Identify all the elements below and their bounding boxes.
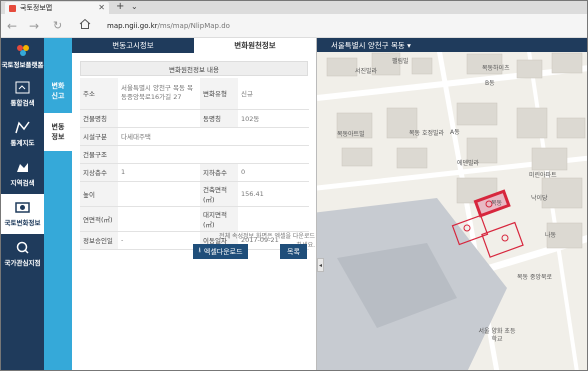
map-label: 목동 <box>491 200 503 207</box>
tab-title: 국토정보맵 <box>20 4 53 12</box>
nav-stat-map[interactable]: 통계지도 <box>1 114 44 154</box>
browser-window: 국토정보맵 ✕ + ⌄ ← → ↻ map.ngii.go.kr/ms/map/… <box>0 0 588 371</box>
back-arrow-icon[interactable]: ← <box>7 19 17 33</box>
map-label: 팰림빌 <box>392 58 409 65</box>
info-panel: 변동고시정보 변화원천정보 변화원천정보 내용 주소 서울특별시 양천구 목동 … <box>72 38 317 370</box>
address-bar: ← → ↻ map.ngii.go.kr/ms/map/NlipMap.do <box>1 14 587 38</box>
excel-download-button[interactable]: ⭳ 엑셀다운로드 <box>193 244 248 259</box>
attribute-table: 주소 서울특별시 양천구 목동 목동중앙북로16가길 27 변화유형 신규 건물… <box>80 78 309 250</box>
map-label: 에덴빌라 <box>457 160 480 167</box>
map-view[interactable]: 서울특별시 양천구 목동 ▾ 서진빌라 팰림빌 목동하이츠 B동 A동 목동아트… <box>317 38 587 370</box>
refresh-icon[interactable]: ↻ <box>53 19 62 32</box>
collapse-panel-handle[interactable]: ◂ <box>317 258 324 272</box>
map-label: 서울 양화 초등학교 <box>478 328 516 343</box>
tab-change-notice[interactable]: 변동고시정보 <box>72 38 194 53</box>
map-label: 낙이당 <box>531 195 548 202</box>
map-label: 목동 중앙북로 <box>517 274 553 281</box>
table-row: 높이 건축면적(㎡) 156.41 <box>80 181 309 207</box>
table-row: 연면적(㎡) 대지면적(㎡) <box>80 206 309 232</box>
nav-region-search[interactable]: 지역검색 <box>1 154 44 194</box>
browser-tab[interactable]: 국토정보맵 ✕ <box>5 2 109 14</box>
map-label: A동 <box>450 129 460 136</box>
nav-integrated-search[interactable]: 통합검색 <box>1 74 44 114</box>
sub-nav: 변화 신고 변동 정보 <box>44 38 72 370</box>
subnav-change-info[interactable]: 변동 정보 <box>44 113 72 151</box>
tab-list-chevron-icon[interactable]: ⌄ <box>131 2 138 11</box>
table-row: 시설구분 다세대주택 <box>80 127 309 146</box>
platform-logo[interactable]: 국토정보플랫폼 <box>1 38 44 74</box>
new-tab-icon[interactable]: + <box>116 1 124 12</box>
tab-change-source[interactable]: 변화원천정보 <box>194 38 316 53</box>
favicon-icon <box>9 4 16 12</box>
download-icon: ⭳ <box>198 246 201 254</box>
nav-land-change-info[interactable]: 국토변화정보 <box>1 194 44 234</box>
main-nav: 국토정보플랫폼 통합검색 통계지도 지역검색 국토변화정보 국가관심지점 <box>1 38 44 370</box>
tab-bar: 국토정보맵 ✕ + ⌄ <box>1 1 587 14</box>
table-row: 지상층수 1 지하층수 0 <box>80 163 309 182</box>
table-row: 건물구조 <box>80 145 309 164</box>
region-selector[interactable]: 서울특별시 양천구 목동 ▾ <box>317 38 587 52</box>
forward-arrow-icon[interactable]: → <box>29 19 39 33</box>
map-label: 미린아파트 <box>529 172 557 179</box>
url-field[interactable]: map.ngii.go.kr/ms/map/NlipMap.do <box>107 22 230 30</box>
platform-name: 국토정보플랫폼 <box>1 60 44 69</box>
map-label: 나동 <box>545 232 557 239</box>
subnav-change-report[interactable]: 변화 신고 <box>44 68 72 113</box>
map-canvas <box>317 38 587 370</box>
table-row: 주소 서울특별시 양천구 목동 목동중앙북로16가길 27 변화유형 신규 <box>80 78 309 110</box>
map-label: 목동아트빌 <box>337 131 365 138</box>
map-label: 서진빌라 <box>355 68 378 75</box>
panel-tabs: 변동고시정보 변화원천정보 <box>72 38 316 53</box>
map-label: B동 <box>485 80 495 87</box>
map-label: 목동하이츠 <box>482 65 510 72</box>
list-button[interactable]: 목록 <box>280 244 307 259</box>
close-tab-icon[interactable]: ✕ <box>98 3 105 12</box>
section-title: 변화원천정보 내용 <box>80 61 308 76</box>
nav-national-poi[interactable]: 국가관심지점 <box>1 234 44 274</box>
home-icon[interactable] <box>79 18 91 33</box>
map-label: 목동 호정빌라 <box>409 130 445 137</box>
table-row: 건물명칭 동명칭 102동 <box>80 109 309 128</box>
